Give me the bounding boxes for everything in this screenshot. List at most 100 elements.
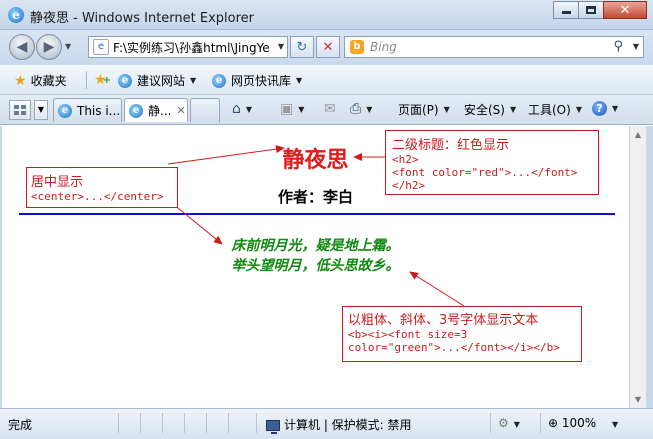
- poem-text: 床前明月光，疑是地上霜。 举头望明月，低头思故乡。: [2, 236, 629, 276]
- address-bar[interactable]: e F:\实例练习\孙鑫html\JingYe ▼: [88, 36, 288, 58]
- settings-icon: ⚙: [498, 416, 509, 430]
- security-zone[interactable]: 计算机 | 保护模式: 禁用: [266, 416, 412, 434]
- tab-bar: ▼ e This i... e 静... ✕ ⌂ ▼ ▣ ▼ ✉ ⎙ ▼ 页面(…: [0, 95, 653, 125]
- home-icon: ⌂: [232, 101, 241, 117]
- web-slice-gallery-button[interactable]: e 网页快讯库 ▼: [212, 72, 302, 89]
- address-input[interactable]: F:\实例练习\孙鑫html\JingYe: [113, 39, 273, 56]
- bing-icon: b: [350, 40, 364, 54]
- address-dropdown-icon[interactable]: ▼: [278, 42, 284, 51]
- zoom-icon: ⊕: [548, 416, 559, 430]
- scroll-down-icon[interactable]: ▼: [630, 391, 646, 408]
- chevron-down-icon: ▼: [575, 105, 582, 114]
- ie-page-icon: e: [129, 103, 143, 118]
- minimize-icon: [561, 11, 571, 14]
- window-border-right: [646, 126, 653, 408]
- status-divider: [540, 413, 541, 433]
- status-bar: 完成 计算机 | 保护模式: 禁用 ⚙ ▼ ⊕ 100% ▼: [0, 408, 653, 439]
- safety-menu[interactable]: 安全(S) ▼: [464, 101, 516, 118]
- security-zone-label: 计算机 | 保护模式: 禁用: [284, 418, 412, 432]
- star-icon: ★: [14, 72, 27, 89]
- horizontal-rule: [19, 213, 615, 215]
- print-button[interactable]: ⎙ ▼: [350, 101, 372, 117]
- minimize-button[interactable]: [553, 1, 579, 19]
- safety-menu-label: 安全(S): [464, 103, 505, 117]
- annotation-heading: 二级标题：红色显示: [392, 138, 510, 153]
- title-bar: e 静夜思 - Windows Internet Explorer ✕: [0, 0, 653, 30]
- read-mail-button[interactable]: ✉: [324, 101, 336, 117]
- forward-button[interactable]: ▶: [36, 34, 62, 60]
- ie-page-icon: e: [118, 73, 132, 88]
- page-content: 静夜思 作者：李白 床前明月光，疑是地上霜。 举头望明月，低头思故乡。 二级标题…: [2, 126, 629, 408]
- help-button[interactable]: ? ▼: [592, 101, 618, 116]
- close-tab-icon[interactable]: ✕: [176, 104, 185, 117]
- page-menu-label: 页面(P): [398, 103, 439, 117]
- close-icon: ✕: [619, 2, 631, 18]
- status-divider: [256, 413, 257, 433]
- page-icon: e: [93, 39, 109, 55]
- zoom-button[interactable]: ⊕ 100% ▼: [548, 416, 618, 430]
- refresh-button[interactable]: ↻: [290, 36, 314, 58]
- tools-menu[interactable]: 工具(O) ▼: [528, 101, 582, 118]
- search-input[interactable]: Bing: [370, 40, 397, 54]
- chevron-down-icon: ▼: [612, 420, 619, 429]
- annotation-heading: 以粗体、斜体、3号字体显示文本: [348, 313, 539, 328]
- navigation-bar: ◀ ▶ ▼ e F:\实例练习\孙鑫html\JingYe ▼ ↻ ✕ b Bi…: [0, 30, 653, 65]
- chevron-down-icon: ▼: [298, 104, 305, 114]
- chevron-down-icon: ▼: [443, 105, 450, 114]
- annotation-code: <h2>: [392, 153, 419, 166]
- zoom-level: 100%: [561, 416, 597, 430]
- search-icon[interactable]: ⚲: [613, 39, 623, 54]
- favorites-button[interactable]: ★ 收藏夹: [14, 72, 67, 89]
- home-button[interactable]: ⌂ ▼: [232, 101, 252, 117]
- page-menu[interactable]: 页面(P) ▼: [398, 101, 450, 118]
- chevron-down-icon: ▼: [296, 76, 303, 85]
- chevron-down-icon: ▼: [509, 105, 517, 114]
- annotation-code: color="green">...</font></i></b>: [348, 341, 560, 354]
- window-controls: ✕: [553, 1, 647, 19]
- status-divider: [228, 413, 229, 433]
- suggested-sites-label: 建议网站: [137, 74, 186, 88]
- chevron-down-icon: ▼: [366, 104, 373, 114]
- printer-icon: ⎙: [350, 101, 362, 117]
- annotation-code: <font color="red">...</font>: [392, 166, 578, 179]
- vertical-scrollbar[interactable]: ▲ ▼: [629, 126, 646, 408]
- search-box[interactable]: b Bing ⚲ ▼: [344, 36, 644, 58]
- stop-icon: ✕: [322, 39, 334, 55]
- stop-button[interactable]: ✕: [316, 36, 340, 58]
- close-button[interactable]: ✕: [603, 1, 647, 19]
- annotation-code: <b><i><font size=3: [348, 328, 468, 341]
- search-options-dropdown-icon[interactable]: ▼: [633, 42, 639, 51]
- help-icon: ?: [592, 101, 607, 116]
- recent-pages-dropdown-icon[interactable]: ▼: [65, 42, 71, 51]
- add-to-favorites-bar-button[interactable]: ★ +: [94, 72, 115, 88]
- maximize-button[interactable]: [578, 1, 604, 19]
- status-divider: [140, 413, 141, 433]
- chevron-down-icon: ▼: [245, 104, 253, 114]
- ie-page-icon: e: [212, 73, 226, 88]
- status-divider: [162, 413, 163, 433]
- tab-list-dropdown[interactable]: ▼: [34, 100, 48, 120]
- protected-mode-button[interactable]: ⚙ ▼: [498, 416, 520, 430]
- back-button[interactable]: ◀: [9, 34, 35, 60]
- scroll-up-icon[interactable]: ▲: [630, 126, 646, 143]
- center-annotation: 居中显示 <center>...</center>: [26, 167, 178, 208]
- status-divider: [490, 413, 491, 433]
- new-tab-button[interactable]: [190, 98, 220, 122]
- annotation-code: <center>...</center>: [31, 190, 164, 203]
- ie-page-icon: e: [58, 103, 72, 118]
- suggested-sites-button[interactable]: e 建议网站 ▼: [118, 72, 196, 89]
- status-text: 完成: [8, 418, 33, 432]
- tab-active[interactable]: e 静... ✕: [124, 98, 188, 122]
- tab-label: 静...: [148, 104, 172, 118]
- annotation-heading: 居中显示: [31, 175, 84, 190]
- status-divider: [206, 413, 207, 433]
- feeds-button[interactable]: ▣ ▼: [280, 101, 304, 117]
- refresh-icon: ↻: [296, 39, 308, 55]
- quick-tabs-button[interactable]: [9, 100, 31, 120]
- poem-line: 举头望明月，低头思故乡。: [231, 258, 400, 274]
- favorites-label: 收藏夹: [30, 74, 67, 88]
- rss-feed-icon: ▣: [280, 101, 294, 117]
- tab-this-page[interactable]: e This i...: [53, 98, 122, 122]
- tools-menu-label: 工具(O): [528, 103, 571, 117]
- separator: [86, 71, 87, 89]
